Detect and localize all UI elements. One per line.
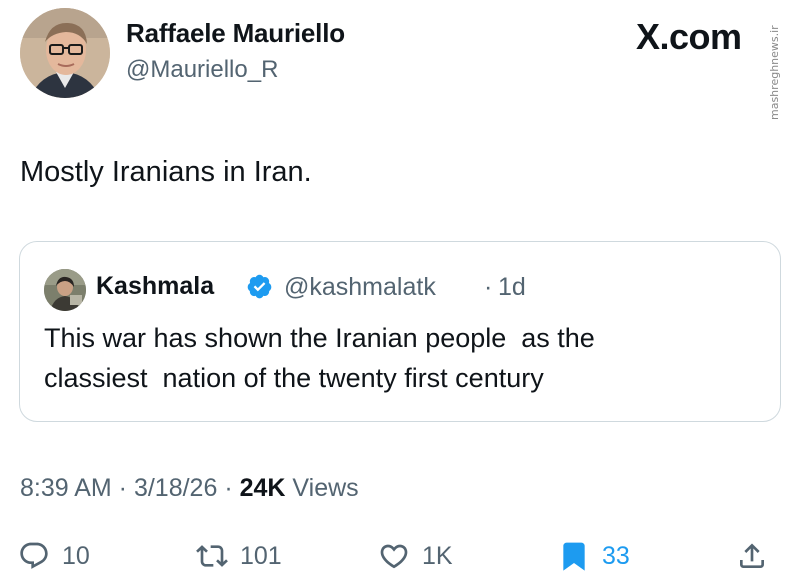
author-avatar[interactable]: [20, 8, 110, 98]
bookmark-button[interactable]: 33: [558, 536, 630, 576]
quoted-post-time[interactable]: 1d: [498, 273, 526, 302]
repost-count: 101: [240, 541, 282, 570]
verified-badge-icon: [247, 274, 272, 299]
separator-dot: ·: [217, 474, 240, 502]
watermark: mashreghnews.ir: [768, 25, 781, 120]
like-button[interactable]: 1K: [378, 536, 453, 576]
repost-button[interactable]: 101: [196, 536, 282, 576]
quoted-author-handle[interactable]: @kashmalatk: [284, 273, 436, 302]
bookmark-icon: [563, 542, 585, 571]
quoted-post-text: This war has shown the Iranian people as…: [44, 323, 595, 393]
quoted-author-name[interactable]: Kashmala: [96, 272, 214, 301]
brand-logo: X.com: [636, 16, 742, 57]
reply-icon: [20, 542, 48, 569]
separator-dot: ·: [484, 273, 493, 301]
heart-icon: [380, 544, 408, 569]
post-text: Mostly Iranians in Iran.: [20, 156, 312, 188]
repost-icon: [196, 545, 228, 567]
separator-dot: ·: [111, 474, 134, 502]
quoted-post-card[interactable]: Kashmala @kashmalatk · 1d This war has s…: [19, 241, 781, 422]
like-count: 1K: [422, 541, 453, 570]
reply-count: 10: [62, 541, 90, 570]
bookmark-count: 33: [602, 541, 630, 570]
views-count[interactable]: 24K: [240, 474, 286, 502]
person-photo-avatar: [44, 269, 86, 311]
share-button[interactable]: [736, 536, 768, 576]
quoted-author-avatar[interactable]: [44, 269, 86, 311]
share-icon: [740, 543, 764, 568]
views-label: Views: [285, 474, 359, 502]
post-time[interactable]: 8:39 AM: [20, 474, 112, 502]
post-date[interactable]: 3/18/26: [134, 474, 217, 502]
author-handle[interactable]: @Mauriello_R: [126, 56, 278, 84]
post-meta: 8:39 AM · 3/18/26 · 24K Views: [20, 474, 359, 503]
reply-button[interactable]: 10: [18, 536, 90, 576]
author-name[interactable]: Raffaele Mauriello: [126, 18, 345, 49]
person-photo-avatar: [20, 8, 110, 98]
